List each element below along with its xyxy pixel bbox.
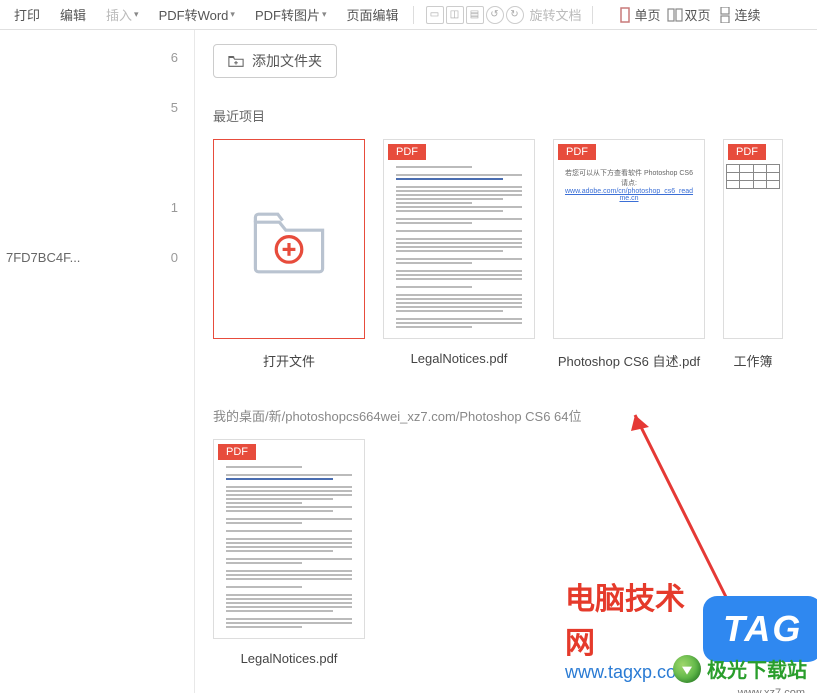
add-folder-label: 添加文件夹 [252,51,322,71]
toolbar-pdf-to-image[interactable]: PDF转图片 [245,5,337,24]
tag-badge: TAG [703,596,817,662]
sidebar-item[interactable] [0,132,194,182]
file-tile-workbook[interactable]: PDF 工作簿 [723,139,783,370]
file-label: Photoshop CS6 自述.pdf [553,351,705,370]
download-site-watermark: 极光下载站 [673,654,807,683]
file-tile-photoshop[interactable]: PDF 若您可以从下方查看软件 Photoshop CS6 请点: www.ad… [553,139,705,370]
open-file-tile[interactable]: 打开文件 [213,139,365,370]
separator [413,6,414,24]
rotate-left-icon[interactable]: ↺ [486,6,504,24]
file-tile-legalnotices-2[interactable]: PDF LegalNotices.p [213,439,365,666]
file-label: LegalNotices.pdf [213,651,365,666]
doc-preview [384,140,534,339]
pdf-badge: PDF [558,144,596,160]
view-continuous[interactable]: 连续 [717,5,761,24]
open-file-label: 打开文件 [213,351,365,370]
download-site-name: 极光下载站 [707,654,807,683]
view-continuous-label: 连续 [735,5,761,24]
toolbar-print[interactable]: 打印 [4,5,50,24]
view-single-label: 单页 [635,5,661,24]
rotate-right-icon[interactable]: ↻ [506,6,524,24]
toolbar-insert: 插入 [96,5,149,24]
view-double-label: 双页 [685,5,711,24]
pdf-badge: PDF [218,444,256,460]
single-page-icon [617,7,633,23]
open-file-icon [249,203,329,275]
view-double[interactable]: 双页 [667,5,711,24]
folder-plus-icon [228,54,244,68]
watermark-title: 电脑技术网 [565,574,691,662]
add-folder-button[interactable]: 添加文件夹 [213,44,337,78]
continuous-icon [717,7,733,23]
toolbar-pdf-to-word[interactable]: PDF转Word [149,5,245,24]
view-single[interactable]: 单页 [617,5,661,24]
separator [592,6,593,24]
sidebar-item[interactable]: 5 [0,82,194,132]
file-tile-legalnotices[interactable]: PDF LegalNotices.p [383,139,535,370]
recent-section-title: 最近项目 [213,106,817,125]
tool-icon-3[interactable]: ▤ [466,6,484,24]
sidebar: 6 5 1 7FD7BC4F...0 [0,30,195,693]
sidebar-item[interactable]: 1 [0,182,194,232]
pdf-badge: PDF [728,144,766,160]
folder-path: 我的桌面/新/photoshopcs664wei_xz7.com/Photosh… [213,406,817,425]
tool-icon-2[interactable]: ◫ [446,6,464,24]
doc-preview [214,440,364,639]
toolbar-page-edit[interactable]: 页面编辑 [336,5,408,24]
tool-icon-1[interactable]: ▭ [426,6,444,24]
toolbar-icon-group: ▭ ◫ ▤ ↺ ↻ [426,6,524,24]
download-site-url: www.xz7.com [738,687,805,693]
toolbar-edit[interactable]: 编辑 [50,5,96,24]
rotate-doc-label: 旋转文档 [530,5,582,24]
file-label: LegalNotices.pdf [383,351,535,366]
download-icon [673,655,701,683]
sidebar-item[interactable]: 7FD7BC4F...0 [0,232,194,282]
sidebar-item[interactable]: 6 [0,32,194,82]
pdf-badge: PDF [388,144,426,160]
file-label: 工作簿 [723,351,783,370]
double-page-icon [667,7,683,23]
